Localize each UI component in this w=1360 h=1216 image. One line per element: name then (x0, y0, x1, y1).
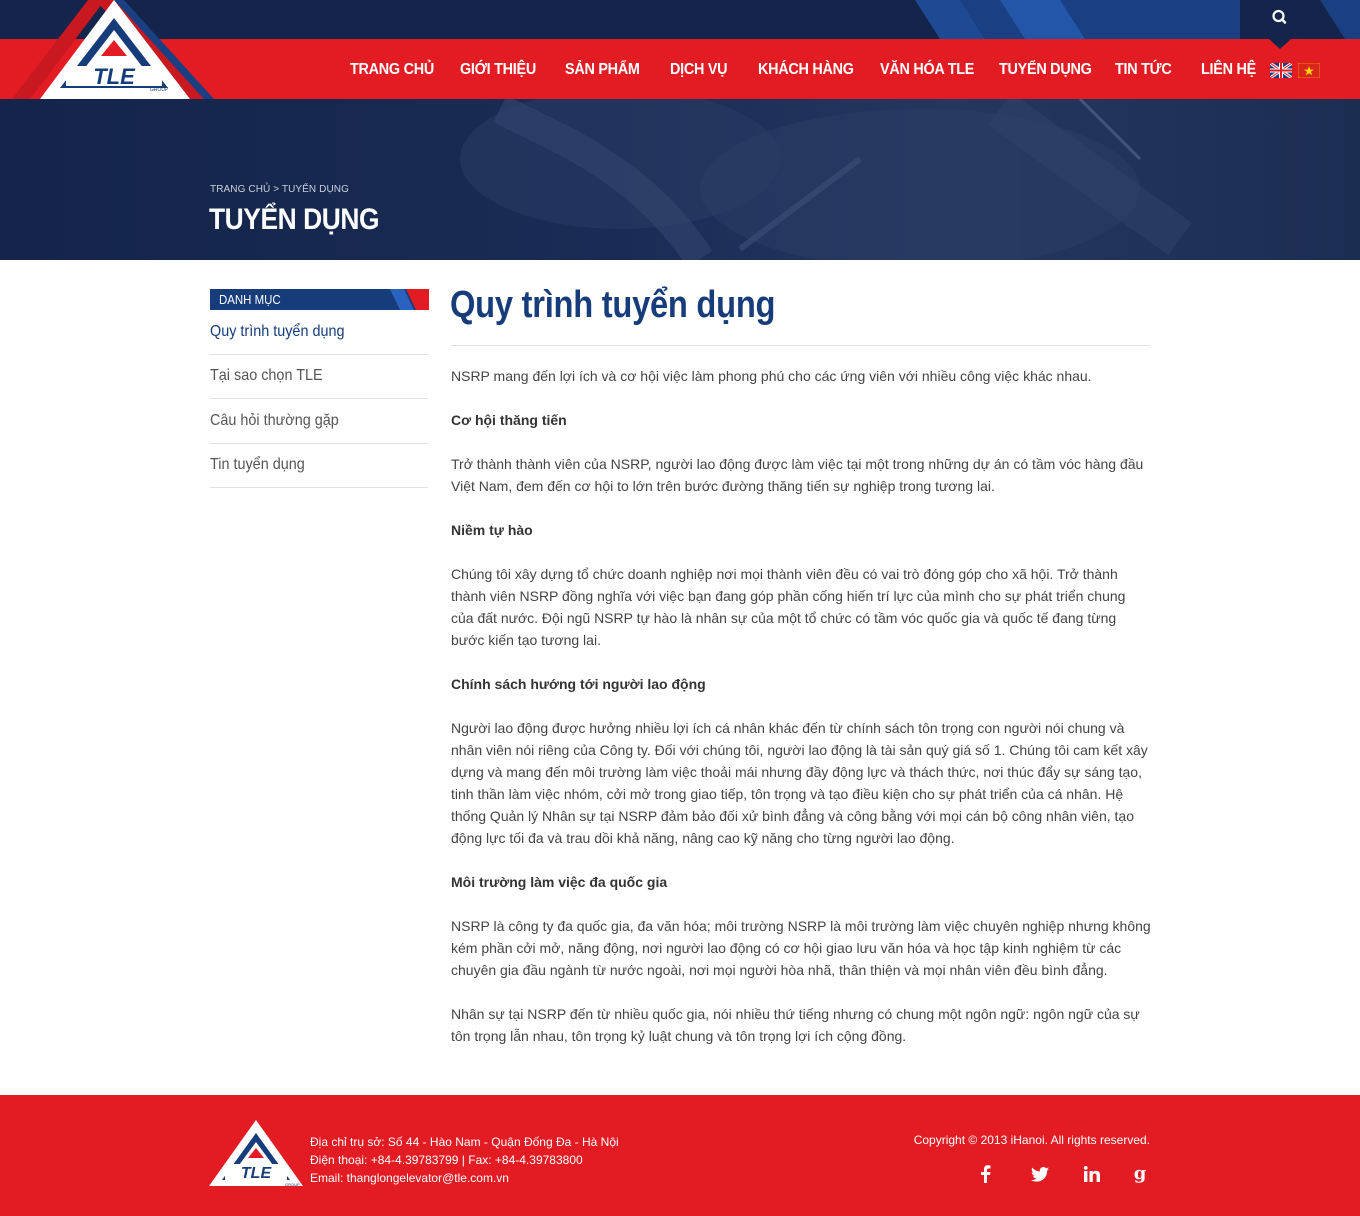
sidebar-item-why-tle[interactable]: Tại sao chọn TLE (210, 355, 428, 399)
twitter-icon[interactable] (1030, 1164, 1050, 1184)
footer-logo[interactable]: TLE GROUP (209, 1120, 304, 1190)
section-heading: Chính sách hướng tới người lao động (451, 676, 706, 692)
footer-email[interactable]: Email: thanglongelevator@tle.com.vn (310, 1169, 619, 1187)
article-title: Quy trình tuyển dụng (450, 284, 776, 326)
section-paragraph: Người lao động được hưởng nhiều lợi ích … (451, 720, 1148, 846)
section-heading: Môi trường làm việc đa quốc gia (451, 874, 668, 890)
sidebar-item-recruitment-process[interactable]: Quy trình tuyển dụng (210, 310, 428, 355)
section-paragraph: Trở thành thành viên của NSRP, người lao… (451, 456, 1144, 494)
nav-item-recruitment[interactable]: TUYỂN DỤNG (999, 61, 1092, 79)
copyright: Copyright © 2013 iHanoi. All rights rese… (913, 1133, 1150, 1147)
sidebar-item-faq[interactable]: Câu hỏi thường gặp (210, 399, 428, 444)
footer-phone: Điện thoại: +84-4.39783799 | Fax: +84-4.… (310, 1153, 583, 1167)
main-nav: TRANG CHỦ GIỚI THIỆU SẢN PHẨM DỊCH VỤ KH… (0, 39, 1360, 99)
svg-text:g: g (1134, 1164, 1147, 1184)
title-divider (451, 345, 1150, 346)
footer-contact-info: Địa chỉ trụ sở: Số 44 - Hào Nam - Quận Đ… (310, 1133, 619, 1187)
nav-item-home[interactable]: TRANG CHỦ (350, 61, 434, 79)
uk-flag-icon[interactable] (1269, 61, 1293, 80)
footer-address: Địa chỉ trụ sở: Số 44 - Hào Nam - Quận Đ… (310, 1135, 619, 1149)
search-button[interactable] (1240, 0, 1320, 49)
section-paragraph: Chúng tôi xây dựng tổ chức doanh nghiệp … (451, 566, 1126, 648)
sidebar-item-label[interactable]: Quy trình tuyển dụng (210, 323, 344, 341)
nav-item-about[interactable]: GIỚI THIỆU (460, 61, 536, 79)
section-paragraph: NSRP là công ty đa quốc gia, đa văn hóa;… (451, 918, 1151, 978)
vietnam-flag-icon[interactable] (1297, 62, 1321, 79)
nav-item-culture[interactable]: VĂN HÓA TLE (880, 61, 974, 79)
sidebar-item-label[interactable]: Tin tuyển dụng (210, 456, 305, 474)
section-heading: Cơ hội thăng tiến (451, 412, 567, 428)
breadcrumb[interactable]: TRANG CHỦ > TUYỂN DỤNG (210, 184, 349, 195)
nav-item-news[interactable]: TIN TỨC (1115, 61, 1172, 79)
svg-text:GROUP: GROUP (285, 1182, 300, 1187)
banner-background-image (0, 99, 1360, 260)
sidebar-item-label[interactable]: Tại sao chọn TLE (210, 367, 323, 385)
facebook-icon[interactable] (975, 1164, 995, 1184)
article-body: NSRP mang đến lợi ích và cơ hội việc làm… (451, 365, 1151, 1069)
svg-text:TLE: TLE (241, 1165, 273, 1182)
footer: TLE GROUP Địa chỉ trụ sở: Số 44 - Hào Na… (0, 1095, 1360, 1216)
linkedin-icon[interactable] (1082, 1164, 1102, 1184)
section-paragraph: Nhân sự tại NSRP đến từ nhiều quốc gia, … (451, 1006, 1140, 1044)
sidebar-menu: Quy trình tuyển dụng Tại sao chọn TLE Câ… (210, 310, 428, 488)
page-title: TUYỂN DỤNG (209, 203, 380, 236)
nav-item-services[interactable]: DỊCH VỤ (670, 61, 728, 79)
section-heading: Niềm tự hào (451, 522, 533, 538)
sidebar-item-label[interactable]: Câu hỏi thường gặp (210, 412, 339, 430)
nav-item-customers[interactable]: KHÁCH HÀNG (758, 61, 854, 79)
nav-item-products[interactable]: SẢN PHẨM (565, 61, 640, 79)
article-intro: NSRP mang đến lợi ích và cơ hội việc làm… (451, 368, 1092, 384)
page-banner: TRANG CHỦ > TUYỂN DỤNG TUYỂN DỤNG (0, 99, 1360, 260)
nav-item-contact[interactable]: LIÊN HỆ (1201, 61, 1256, 79)
sidebar-heading: DANH MỤC (210, 289, 429, 310)
sidebar-heading-label: DANH MỤC (219, 292, 281, 307)
sidebar-item-job-postings[interactable]: Tin tuyển dụng (210, 444, 428, 488)
google-plus-icon[interactable]: g (1130, 1164, 1150, 1184)
